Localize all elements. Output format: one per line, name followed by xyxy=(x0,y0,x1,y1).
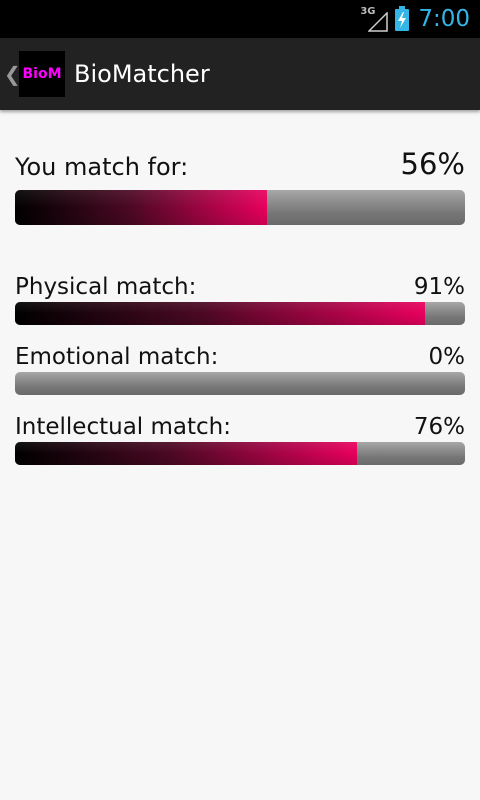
physical-match-bar xyxy=(15,302,465,325)
overall-match-bar xyxy=(15,190,465,225)
intellectual-match-bar-fill xyxy=(15,442,357,465)
app-title: BioMatcher xyxy=(74,60,210,88)
physical-match-label: Physical match: xyxy=(15,274,197,300)
status-icons: 3G 7:00 xyxy=(360,0,470,38)
clock: 7:00 xyxy=(418,6,470,32)
overall-match-row: You match for: 56% xyxy=(15,147,465,181)
emotional-match-label: Emotional match: xyxy=(15,344,219,370)
match-results: You match for: 56% Physical match: 91% E… xyxy=(15,110,465,465)
overall-match-label: You match for: xyxy=(15,153,189,181)
app-logo: BioM xyxy=(19,51,65,97)
chevron-left-icon: ❮ xyxy=(4,62,21,86)
app-logo-text: BioM xyxy=(22,66,62,82)
signal-indicator: 3G xyxy=(360,6,389,32)
emotional-match-value: 0% xyxy=(428,344,466,370)
physical-match-value: 91% xyxy=(413,274,465,300)
intellectual-match-bar xyxy=(15,442,465,465)
physical-match-row: Physical match: 91% xyxy=(15,269,465,300)
cell-signal-icon xyxy=(368,12,389,32)
status-bar: 3G 7:00 xyxy=(0,0,480,38)
physical-match-bar-fill xyxy=(15,302,425,325)
emotional-match-row: Emotional match: 0% xyxy=(15,339,465,370)
battery-charging-icon xyxy=(395,6,410,31)
intellectual-match-row: Intellectual match: 76% xyxy=(15,409,465,440)
up-navigation-button[interactable]: ❮ BioM xyxy=(4,51,65,97)
intellectual-match-label: Intellectual match: xyxy=(15,414,231,440)
overall-match-bar-fill xyxy=(15,190,267,225)
overall-match-value: 56% xyxy=(400,147,465,181)
intellectual-match-value: 76% xyxy=(413,414,465,440)
action-bar: ❮ BioM BioMatcher xyxy=(0,38,480,110)
emotional-match-bar xyxy=(15,372,465,395)
